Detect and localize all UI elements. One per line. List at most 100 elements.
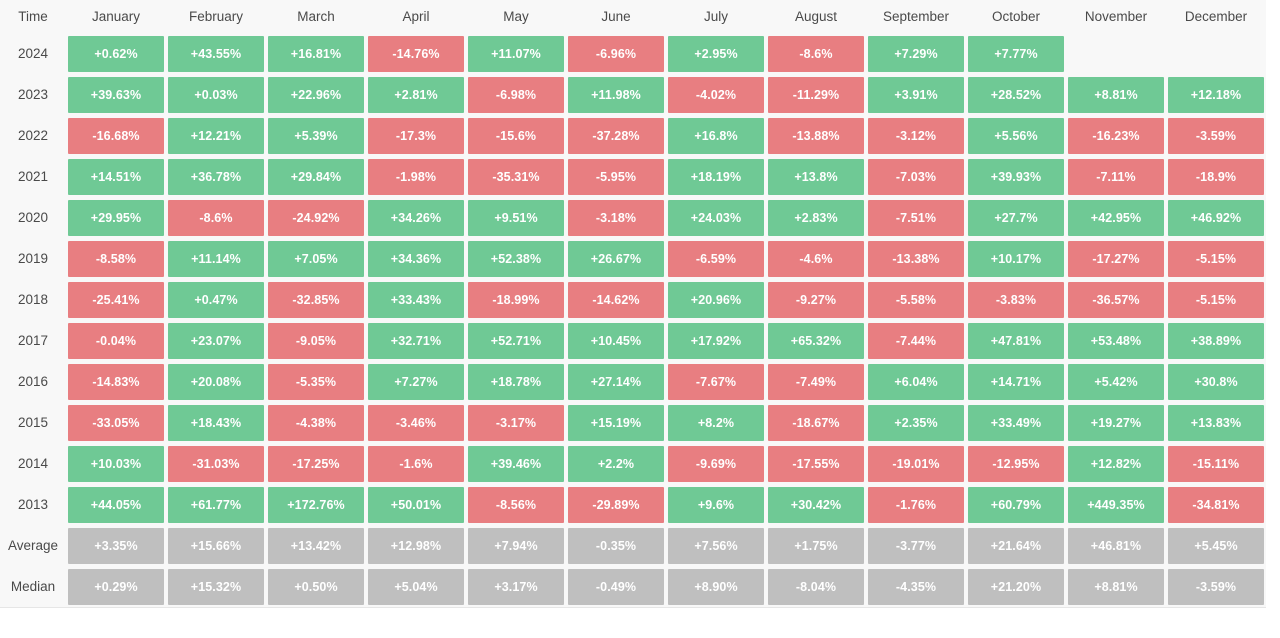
heatmap-cell[interactable]: -8.58% bbox=[66, 238, 166, 279]
heatmap-cell[interactable]: -17.55% bbox=[766, 443, 866, 484]
heatmap-cell[interactable]: +2.83% bbox=[766, 197, 866, 238]
heatmap-cell[interactable]: -6.98% bbox=[466, 74, 566, 115]
heatmap-cell[interactable] bbox=[1166, 33, 1266, 74]
heatmap-cell[interactable]: -5.95% bbox=[566, 156, 666, 197]
heatmap-cell[interactable]: +33.49% bbox=[966, 402, 1066, 443]
heatmap-cell[interactable]: -13.38% bbox=[866, 238, 966, 279]
heatmap-cell[interactable]: -14.62% bbox=[566, 279, 666, 320]
heatmap-cell[interactable]: -24.92% bbox=[266, 197, 366, 238]
heatmap-cell[interactable]: +7.27% bbox=[366, 361, 466, 402]
heatmap-cell[interactable]: -7.03% bbox=[866, 156, 966, 197]
heatmap-cell[interactable]: -3.12% bbox=[866, 115, 966, 156]
heatmap-cell[interactable]: +11.98% bbox=[566, 74, 666, 115]
heatmap-cell[interactable]: +7.94% bbox=[466, 525, 566, 566]
heatmap-cell[interactable]: +34.26% bbox=[366, 197, 466, 238]
heatmap-cell[interactable]: +20.08% bbox=[166, 361, 266, 402]
heatmap-cell[interactable]: -1.6% bbox=[366, 443, 466, 484]
heatmap-cell[interactable]: -7.67% bbox=[666, 361, 766, 402]
heatmap-cell[interactable]: +2.81% bbox=[366, 74, 466, 115]
heatmap-cell[interactable]: +38.89% bbox=[1166, 320, 1266, 361]
column-header-august[interactable]: August bbox=[766, 0, 866, 33]
heatmap-cell[interactable]: +21.64% bbox=[966, 525, 1066, 566]
heatmap-cell[interactable]: -4.6% bbox=[766, 238, 866, 279]
heatmap-cell[interactable]: +42.95% bbox=[1066, 197, 1166, 238]
heatmap-cell[interactable]: +52.71% bbox=[466, 320, 566, 361]
heatmap-cell[interactable]: +11.07% bbox=[466, 33, 566, 74]
heatmap-cell[interactable]: +0.03% bbox=[166, 74, 266, 115]
heatmap-cell[interactable]: -15.11% bbox=[1166, 443, 1266, 484]
row-label-median[interactable]: Median bbox=[0, 566, 66, 608]
heatmap-cell[interactable]: +22.96% bbox=[266, 74, 366, 115]
row-label-2022[interactable]: 2022 bbox=[0, 115, 66, 156]
heatmap-cell[interactable]: +39.46% bbox=[466, 443, 566, 484]
heatmap-cell[interactable]: -36.57% bbox=[1066, 279, 1166, 320]
heatmap-cell[interactable]: +10.17% bbox=[966, 238, 1066, 279]
heatmap-cell[interactable]: -9.27% bbox=[766, 279, 866, 320]
heatmap-cell[interactable]: +36.78% bbox=[166, 156, 266, 197]
heatmap-cell[interactable]: -8.56% bbox=[466, 484, 566, 525]
heatmap-cell[interactable]: -17.3% bbox=[366, 115, 466, 156]
heatmap-cell[interactable]: -16.23% bbox=[1066, 115, 1166, 156]
column-header-march[interactable]: March bbox=[266, 0, 366, 33]
heatmap-cell[interactable]: -7.11% bbox=[1066, 156, 1166, 197]
heatmap-cell[interactable]: -8.6% bbox=[766, 33, 866, 74]
column-header-november[interactable]: November bbox=[1066, 0, 1166, 33]
row-label-2017[interactable]: 2017 bbox=[0, 320, 66, 361]
heatmap-cell[interactable]: +29.84% bbox=[266, 156, 366, 197]
heatmap-cell[interactable]: -3.18% bbox=[566, 197, 666, 238]
heatmap-cell[interactable]: -8.04% bbox=[766, 566, 866, 608]
heatmap-cell[interactable]: -4.35% bbox=[866, 566, 966, 608]
heatmap-cell[interactable]: +7.05% bbox=[266, 238, 366, 279]
heatmap-cell[interactable]: +3.91% bbox=[866, 74, 966, 115]
heatmap-cell[interactable]: -9.69% bbox=[666, 443, 766, 484]
column-header-september[interactable]: September bbox=[866, 0, 966, 33]
heatmap-cell[interactable]: +46.81% bbox=[1066, 525, 1166, 566]
row-label-2015[interactable]: 2015 bbox=[0, 402, 66, 443]
heatmap-cell[interactable]: -5.15% bbox=[1166, 238, 1266, 279]
heatmap-cell[interactable]: -4.02% bbox=[666, 74, 766, 115]
heatmap-cell[interactable]: +9.51% bbox=[466, 197, 566, 238]
heatmap-cell[interactable]: +5.39% bbox=[266, 115, 366, 156]
heatmap-cell[interactable]: +29.95% bbox=[66, 197, 166, 238]
heatmap-cell[interactable]: +2.35% bbox=[866, 402, 966, 443]
heatmap-cell[interactable]: -33.05% bbox=[66, 402, 166, 443]
column-header-april[interactable]: April bbox=[366, 0, 466, 33]
column-header-october[interactable]: October bbox=[966, 0, 1066, 33]
heatmap-cell[interactable]: -5.15% bbox=[1166, 279, 1266, 320]
heatmap-cell[interactable]: +0.50% bbox=[266, 566, 366, 608]
heatmap-cell[interactable]: +5.42% bbox=[1066, 361, 1166, 402]
heatmap-cell[interactable]: +20.96% bbox=[666, 279, 766, 320]
heatmap-cell[interactable]: +50.01% bbox=[366, 484, 466, 525]
column-header-december[interactable]: December bbox=[1166, 0, 1266, 33]
heatmap-cell[interactable]: +449.35% bbox=[1066, 484, 1166, 525]
heatmap-cell[interactable]: -0.04% bbox=[66, 320, 166, 361]
row-label-2019[interactable]: 2019 bbox=[0, 238, 66, 279]
heatmap-cell[interactable]: +172.76% bbox=[266, 484, 366, 525]
heatmap-cell[interactable] bbox=[1066, 33, 1166, 74]
heatmap-cell[interactable]: +60.79% bbox=[966, 484, 1066, 525]
heatmap-cell[interactable]: +65.32% bbox=[766, 320, 866, 361]
heatmap-cell[interactable]: +5.56% bbox=[966, 115, 1066, 156]
heatmap-cell[interactable]: +12.21% bbox=[166, 115, 266, 156]
heatmap-cell[interactable]: -3.59% bbox=[1166, 566, 1266, 608]
heatmap-cell[interactable]: -12.95% bbox=[966, 443, 1066, 484]
heatmap-cell[interactable]: -1.76% bbox=[866, 484, 966, 525]
heatmap-cell[interactable]: -37.28% bbox=[566, 115, 666, 156]
heatmap-cell[interactable]: +0.62% bbox=[66, 33, 166, 74]
row-label-2018[interactable]: 2018 bbox=[0, 279, 66, 320]
heatmap-cell[interactable]: -7.44% bbox=[866, 320, 966, 361]
row-label-2020[interactable]: 2020 bbox=[0, 197, 66, 238]
heatmap-cell[interactable]: -16.68% bbox=[66, 115, 166, 156]
heatmap-cell[interactable]: -17.27% bbox=[1066, 238, 1166, 279]
heatmap-cell[interactable]: -4.38% bbox=[266, 402, 366, 443]
row-label-2021[interactable]: 2021 bbox=[0, 156, 66, 197]
heatmap-cell[interactable]: +39.93% bbox=[966, 156, 1066, 197]
heatmap-cell[interactable]: +15.19% bbox=[566, 402, 666, 443]
heatmap-cell[interactable]: -9.05% bbox=[266, 320, 366, 361]
heatmap-cell[interactable]: +52.38% bbox=[466, 238, 566, 279]
heatmap-cell[interactable]: -0.49% bbox=[566, 566, 666, 608]
heatmap-cell[interactable]: -3.59% bbox=[1166, 115, 1266, 156]
heatmap-cell[interactable]: +27.7% bbox=[966, 197, 1066, 238]
heatmap-cell[interactable]: +15.32% bbox=[166, 566, 266, 608]
heatmap-cell[interactable]: +43.55% bbox=[166, 33, 266, 74]
